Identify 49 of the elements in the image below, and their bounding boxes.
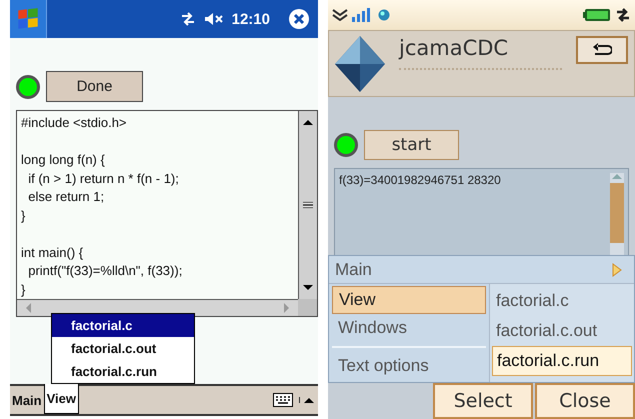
menu-item[interactable]: factorial.c <box>52 314 194 337</box>
status-light-icon <box>16 74 40 98</box>
menu-item[interactable]: Windows <box>332 314 486 342</box>
scroll-thumb[interactable] <box>610 183 624 243</box>
scroll-thumb-icon[interactable] <box>303 202 313 208</box>
submenu-item[interactable]: factorial.c.out <box>492 316 632 346</box>
status-light-icon <box>334 133 358 157</box>
windows-logo-icon[interactable] <box>10 0 47 38</box>
menu-tab[interactable]: Main <box>10 386 44 414</box>
keyboard-icon[interactable] <box>273 393 293 407</box>
back-arrow-icon <box>592 43 612 57</box>
globe-icon <box>378 9 390 21</box>
menu-item[interactable]: Text options <box>332 352 486 380</box>
battery-icon <box>583 8 611 22</box>
menu-item[interactable]: factorial.c.out <box>52 337 194 360</box>
close-icon[interactable] <box>288 8 310 30</box>
code-line: #include <stdio.h> <box>21 114 128 132</box>
connection-arrows-icon[interactable] <box>180 11 196 27</box>
scroll-up-icon[interactable] <box>303 119 313 125</box>
code-editor[interactable]: #include <stdio.h> long long f(n) { if (n > 1) return n * f(n - 1); else return 1; } int main() { printf("f(33)=%lld\n", f(33)); } <box>16 110 318 317</box>
menu-item[interactable]: factorial.c.run <box>52 360 194 383</box>
code-line: if (n > 1) return n * f(n - 1); <box>27 170 180 188</box>
code-line: long long f(n) { <box>21 151 106 169</box>
vertical-scrollbar[interactable] <box>298 111 317 299</box>
dropdown-chevron-icon[interactable] <box>332 9 348 21</box>
output-text: f(33)=34001982946751 28320 <box>339 173 502 187</box>
app-title: jcamaCDC <box>399 36 510 60</box>
done-button[interactable]: Done <box>46 71 143 102</box>
menu-item[interactable]: View <box>332 286 486 314</box>
code-line: printf("f(33)=%lld\n", f(33)); <box>27 262 184 280</box>
diamond-logo-icon <box>335 36 385 92</box>
up-arrow-icon[interactable] <box>299 397 314 403</box>
code-line: } <box>21 280 26 299</box>
softkey-button[interactable]: Close <box>535 383 635 419</box>
submenu-item[interactable]: factorial.c.run <box>492 346 632 376</box>
menu-tab[interactable]: View <box>44 384 80 414</box>
back-button[interactable] <box>576 36 628 64</box>
sync-arrows-icon <box>615 7 631 23</box>
code-line: } <box>21 206 26 225</box>
muted-speaker-icon[interactable] <box>204 11 224 27</box>
submenu-item[interactable]: factorial.c <box>492 286 632 316</box>
code-line: int main() { <box>21 244 84 262</box>
clock-time[interactable]: 12:10 <box>232 10 270 28</box>
scroll-down-icon[interactable] <box>303 285 313 291</box>
start-button[interactable]: start <box>364 130 459 160</box>
code-line: else return 1; <box>27 188 106 206</box>
scrollbar-corner <box>298 299 317 316</box>
submenu-arrow-icon <box>612 262 622 276</box>
softkey-button[interactable]: Select <box>433 383 533 419</box>
